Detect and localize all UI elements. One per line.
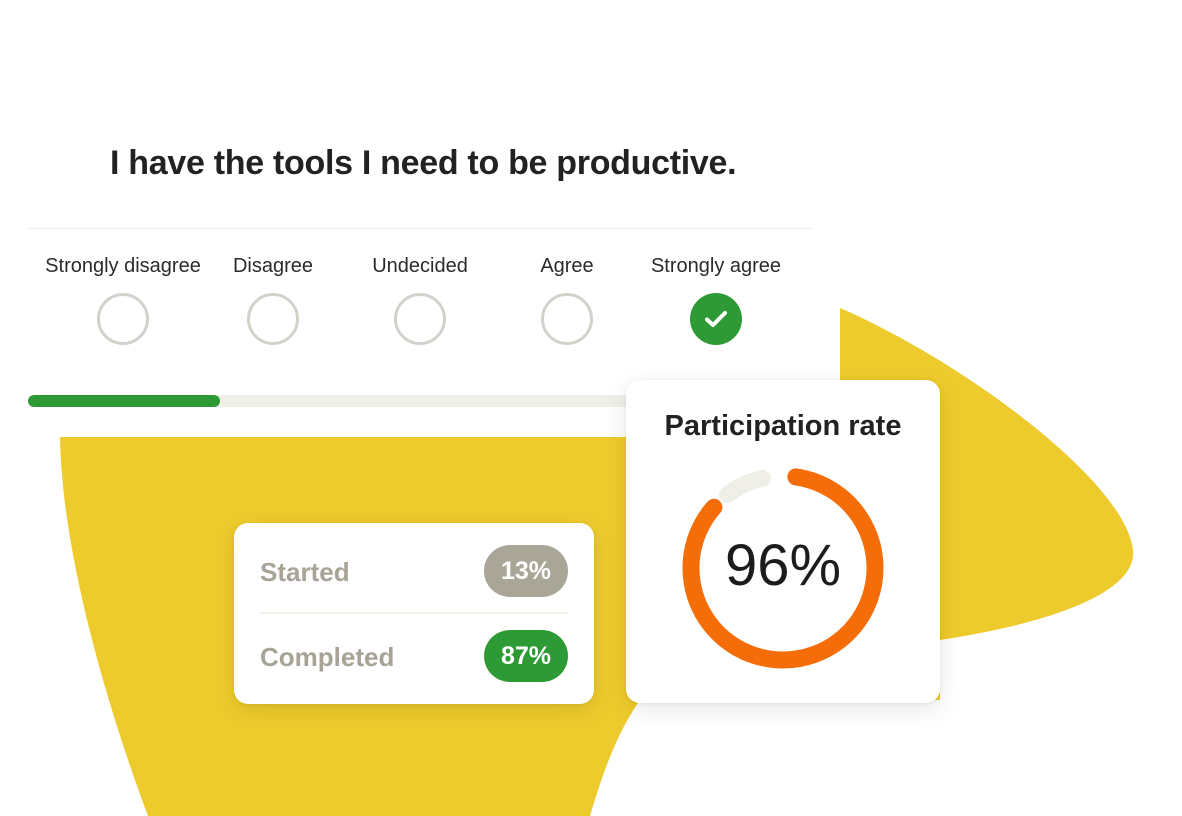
option-strongly-agree[interactable]: Strongly agree — [626, 254, 806, 345]
question-divider — [28, 228, 812, 229]
started-label: Started — [260, 557, 350, 587]
survey-progress-fill — [28, 395, 220, 407]
response-status-card: Started 13% Completed 87% — [234, 523, 594, 704]
radio-strongly-agree[interactable] — [690, 293, 742, 345]
participation-rate-value: 96% — [724, 533, 842, 598]
donut-track — [719, 469, 771, 504]
radio-strongly-disagree[interactable] — [97, 293, 149, 345]
check-icon — [705, 311, 727, 327]
radio-undecided[interactable] — [394, 293, 446, 345]
participation-rate-title: Participation rate — [664, 410, 902, 442]
survey-question: I have the tools I need to be productive… — [110, 144, 737, 182]
started-badge: 13% — [484, 545, 568, 597]
option-label-strongly-agree: Strongly agree — [650, 255, 782, 277]
participation-rate-card: Participation rate 96% — [626, 380, 940, 703]
completed-badge: 87% — [484, 630, 568, 682]
completed-label: Completed — [260, 642, 395, 672]
started-row: Started 13% — [260, 545, 568, 597]
radio-disagree[interactable] — [247, 293, 299, 345]
survey-progress-bar — [28, 395, 668, 407]
status-divider — [260, 612, 568, 614]
completed-row: Completed 87% — [260, 630, 568, 682]
radio-agree[interactable] — [541, 293, 593, 345]
